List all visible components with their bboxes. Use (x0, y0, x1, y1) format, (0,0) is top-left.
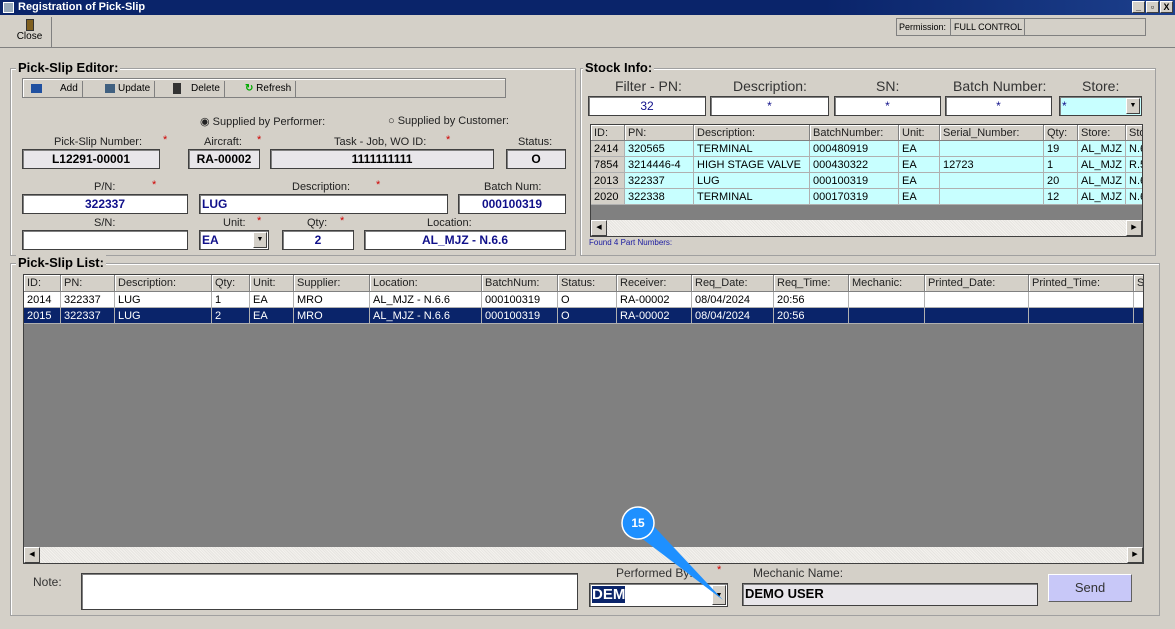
callout-number: 15 (631, 516, 645, 530)
callout-overlay (621, 506, 723, 600)
